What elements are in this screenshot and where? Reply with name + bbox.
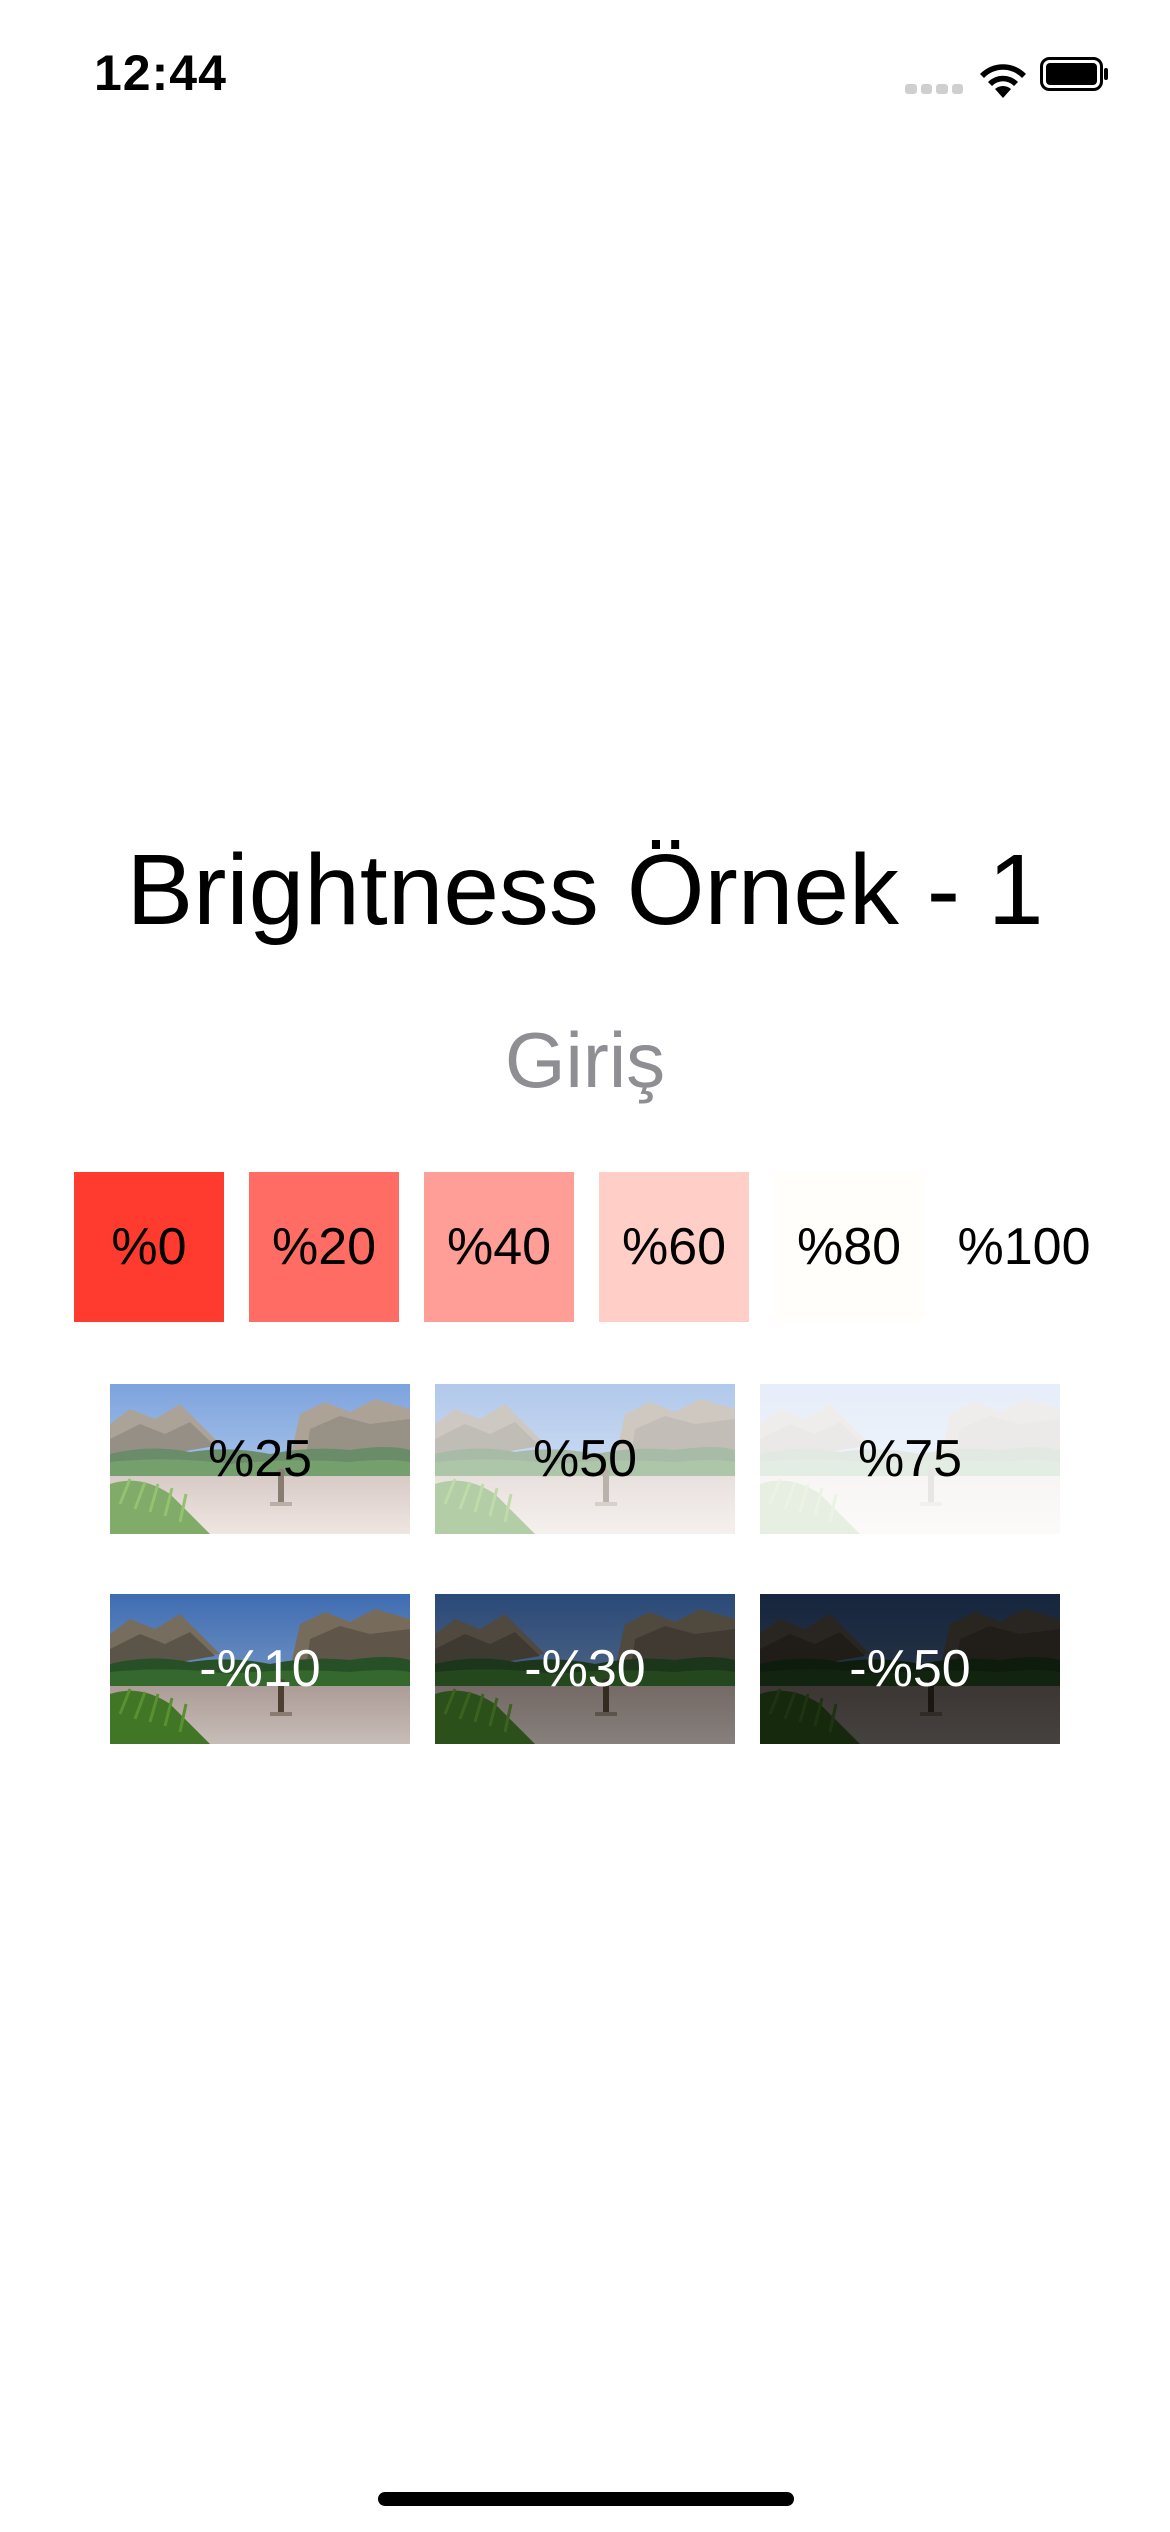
swatch-label: %60: [621, 1218, 727, 1276]
battery-icon: [1040, 57, 1108, 91]
swatch-label: %0: [111, 1218, 187, 1276]
swatch-label: %20: [271, 1218, 377, 1276]
swatch: %20: [249, 1172, 399, 1322]
landscape-tile: %75: [760, 1384, 1060, 1534]
tile-label: %50: [532, 1430, 638, 1488]
landscape-tile: %50: [435, 1384, 735, 1534]
swatch-label: %40: [446, 1218, 552, 1276]
swatch: %0: [74, 1172, 224, 1322]
status-time: 12:44: [94, 45, 227, 101]
swatch-label: %80: [796, 1218, 902, 1276]
swatch-label: %100: [957, 1218, 1091, 1276]
cellular-signal-icon: [905, 80, 963, 94]
swatch: %80: [774, 1172, 924, 1322]
tile-label: %25: [207, 1430, 313, 1488]
tile-label: %75: [857, 1430, 963, 1488]
page-title: Brightness Örnek - 1: [126, 834, 1044, 946]
tile-label: -%30: [524, 1640, 646, 1698]
wifi-icon: [980, 64, 1026, 98]
landscape-tile: -%50: [760, 1594, 1060, 1744]
tile-label: -%10: [199, 1640, 321, 1698]
landscape-tile: -%10: [110, 1594, 410, 1744]
landscape-tile: -%30: [435, 1594, 735, 1744]
page-subtitle: Giriş: [504, 1016, 666, 1104]
swatch: %60: [599, 1172, 749, 1322]
tile-label: -%50: [849, 1640, 971, 1698]
swatch: %40: [424, 1172, 574, 1322]
home-indicator: [378, 2492, 794, 2506]
landscape-tile: %25: [110, 1384, 410, 1534]
swatch: %100: [949, 1172, 1099, 1322]
